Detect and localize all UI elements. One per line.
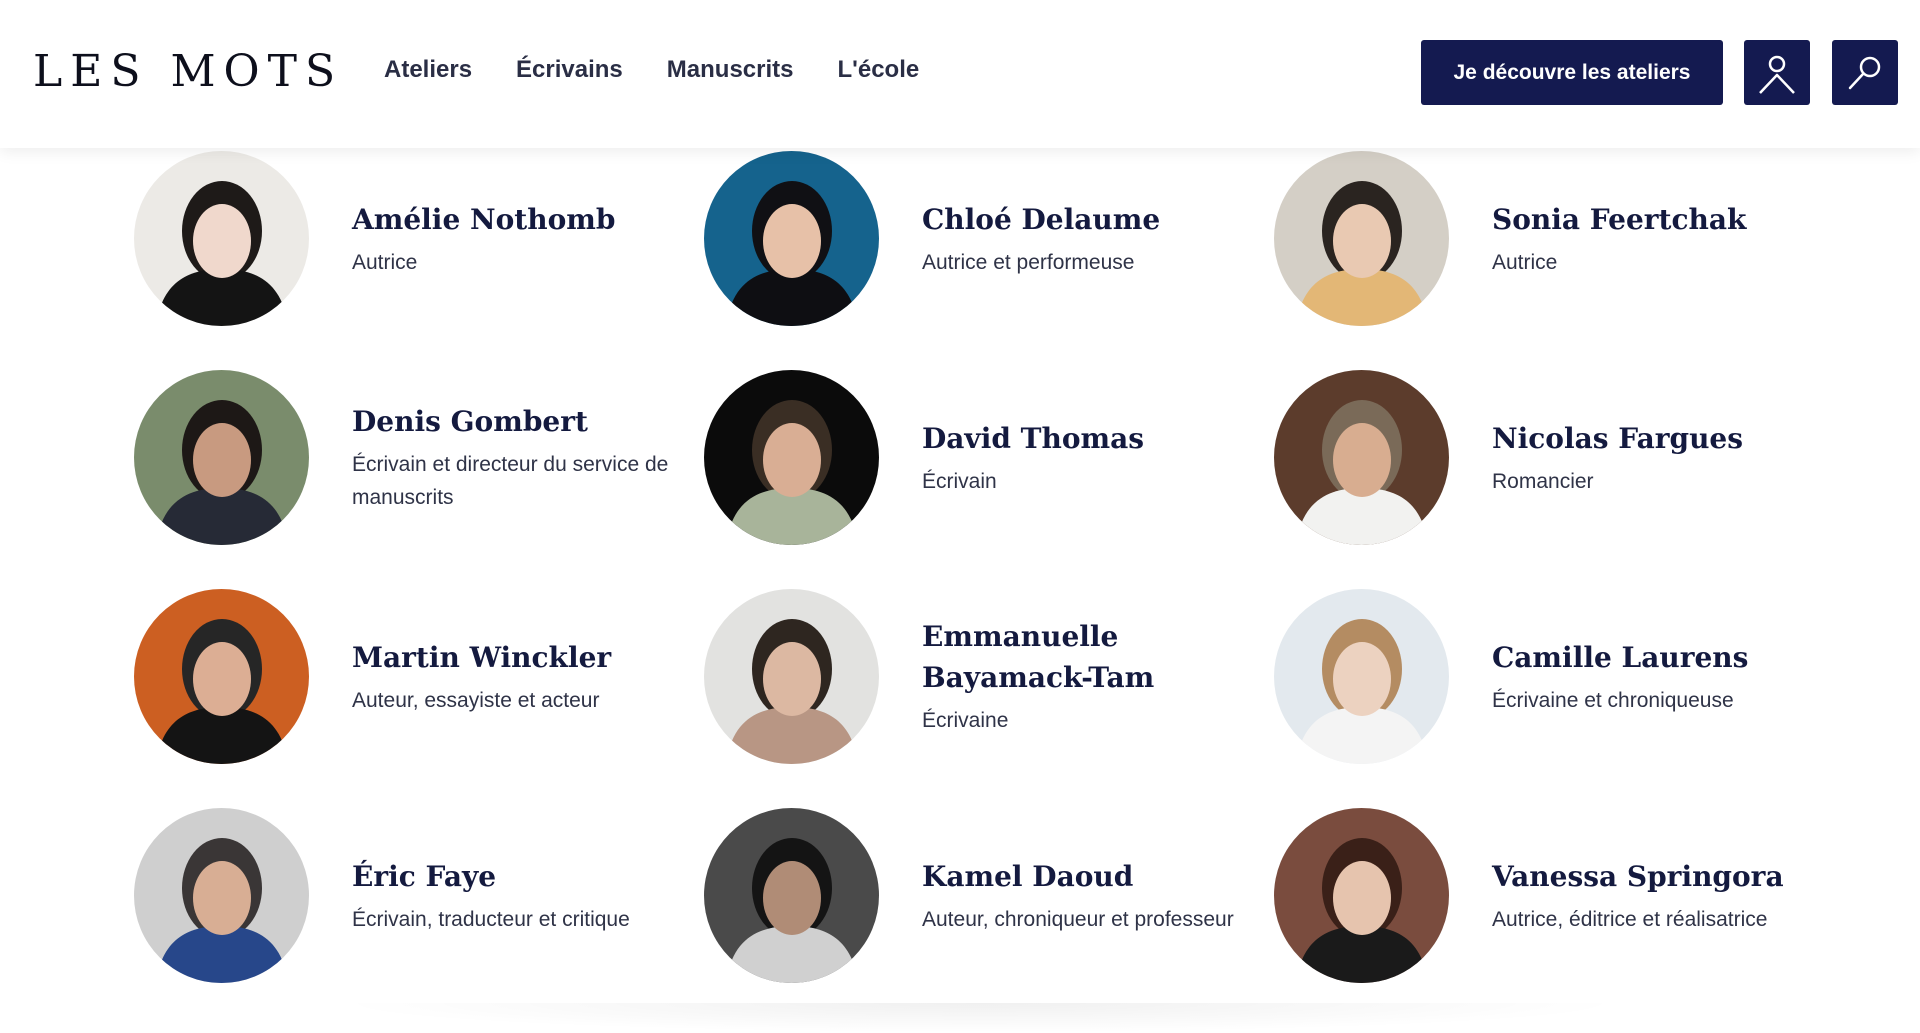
writer-photo [1274,589,1449,764]
writer-name[interactable]: Emmanuelle Bayamack-Tam [922,616,1262,698]
writer-card[interactable]: Amélie Nothomb Autrice [134,151,694,327]
writer-name[interactable]: Chloé Delaume [922,199,1262,240]
writer-role: Écrivaine et chroniqueuse [1492,688,1734,712]
writer-name[interactable]: Martin Winckler [352,637,692,678]
writer-role: Écrivaine [922,709,1009,732]
portrait-face [763,861,821,935]
writer-card[interactable]: Kamel Daoud Auteur, chroniqueur et profe… [704,808,1264,984]
writer-info: Éric Faye Écrivain, traducteur et critiq… [352,808,692,983]
writer-photo [1274,151,1449,326]
portrait-image [134,370,309,545]
writer-role: Écrivain, traducteur et critique [352,907,630,931]
discover-workshops-button[interactable]: Je découvre les ateliers [1421,40,1723,105]
portrait-image [1274,151,1449,326]
portrait-image [1274,589,1449,764]
writer-role: Autrice et performeuse [922,250,1135,274]
nav-item-manuscrits[interactable]: Manuscrits [667,56,794,84]
writer-role: Auteur, essayiste et acteur [352,688,600,712]
writer-name[interactable]: Éric Faye [352,856,692,897]
writer-card[interactable]: Emmanuelle Bayamack-Tam Écrivaine [704,589,1264,765]
writer-photo [134,151,309,326]
writer-info: Emmanuelle Bayamack-Tam Écrivaine [922,589,1262,764]
site-header: LES MOTS Ateliers Écrivains Manuscrits L… [0,0,1920,148]
writer-name[interactable]: Sonia Feertchak [1492,199,1832,240]
writer-role: Écrivain [922,469,997,493]
writer-role: Romancier [1492,469,1594,493]
portrait-image [134,589,309,764]
portrait-face [193,423,251,497]
account-button[interactable] [1744,40,1810,105]
writer-name[interactable]: Amélie Nothomb [352,199,692,240]
writer-info: Vanessa Springora Autrice, éditrice et r… [1492,808,1832,983]
portrait-image [134,151,309,326]
writer-role: Autrice, éditrice et réalisatrice [1492,907,1768,931]
writer-card[interactable]: Denis Gombert Écrivain et directeur du s… [134,370,694,546]
writers-grid: Amélie Nothomb Autrice Chloé Delaume Aut… [0,0,1920,1017]
user-icon [1759,55,1795,94]
writer-name[interactable]: David Thomas [922,418,1262,459]
portrait-image [704,370,879,545]
writer-role: Auteur, chroniqueur et professeur [922,907,1234,931]
writer-card[interactable]: Camille Laurens Écrivaine et chroniqueus… [1274,589,1834,765]
portrait-face [193,642,251,716]
writer-info: David Thomas Écrivain [922,370,1262,545]
writer-role: Autrice [352,250,418,274]
writer-name[interactable]: Denis Gombert [352,401,692,442]
search-icon [1848,56,1881,89]
writer-info: Amélie Nothomb Autrice [352,151,692,326]
search-button[interactable] [1832,40,1898,105]
writer-card[interactable]: Éric Faye Écrivain, traducteur et critiq… [134,808,694,984]
writer-info: Camille Laurens Écrivaine et chroniqueus… [1492,589,1832,764]
portrait-face [193,204,251,278]
portrait-face [763,423,821,497]
portrait-image [134,808,309,983]
portrait-face [1333,642,1391,716]
portrait-face [1333,423,1391,497]
portrait-face [1333,204,1391,278]
portrait-image [1274,808,1449,983]
nav-item-ateliers[interactable]: Ateliers [384,56,472,84]
writer-info: Sonia Feertchak Autrice [1492,151,1832,326]
writer-info: Kamel Daoud Auteur, chroniqueur et profe… [922,808,1262,983]
portrait-face [193,861,251,935]
writer-photo [134,589,309,764]
writer-name[interactable]: Kamel Daoud [922,856,1262,897]
writer-photo [1274,370,1449,545]
writer-photo [134,370,309,545]
writer-info: Martin Winckler Auteur, essayiste et act… [352,589,692,764]
writer-info: Chloé Delaume Autrice et performeuse [922,151,1262,326]
writer-name[interactable]: Nicolas Fargues [1492,418,1832,459]
portrait-image [704,151,879,326]
scroll-shadow [330,1003,1630,1033]
writer-name[interactable]: Camille Laurens [1492,637,1832,678]
writer-info: Nicolas Fargues Romancier [1492,370,1832,545]
writer-card[interactable]: Sonia Feertchak Autrice [1274,151,1834,327]
portrait-image [704,808,879,983]
writer-card[interactable]: Nicolas Fargues Romancier [1274,370,1834,546]
nav-item-ecrivains[interactable]: Écrivains [516,56,623,84]
main-nav: Ateliers Écrivains Manuscrits L'école [384,56,919,84]
writer-info: Denis Gombert Écrivain et directeur du s… [352,370,692,545]
portrait-face [763,204,821,278]
portrait-face [763,642,821,716]
writer-card[interactable]: Martin Winckler Auteur, essayiste et act… [134,589,694,765]
writer-card[interactable]: Chloé Delaume Autrice et performeuse [704,151,1264,327]
writer-photo [704,370,879,545]
nav-item-ecole[interactable]: L'école [837,56,919,84]
writer-photo [704,589,879,764]
portrait-face [1333,861,1391,935]
portrait-image [1274,370,1449,545]
writer-role: Écrivain et directeur du service de manu… [352,453,669,509]
writer-photo [704,151,879,326]
portrait-image [704,589,879,764]
site-logo[interactable]: LES MOTS [33,46,343,97]
writer-photo [704,808,879,983]
writer-name[interactable]: Vanessa Springora [1492,856,1832,897]
writer-photo [134,808,309,983]
writer-card[interactable]: Vanessa Springora Autrice, éditrice et r… [1274,808,1834,984]
writer-photo [1274,808,1449,983]
writer-role: Autrice [1492,250,1558,274]
writer-card[interactable]: David Thomas Écrivain [704,370,1264,546]
